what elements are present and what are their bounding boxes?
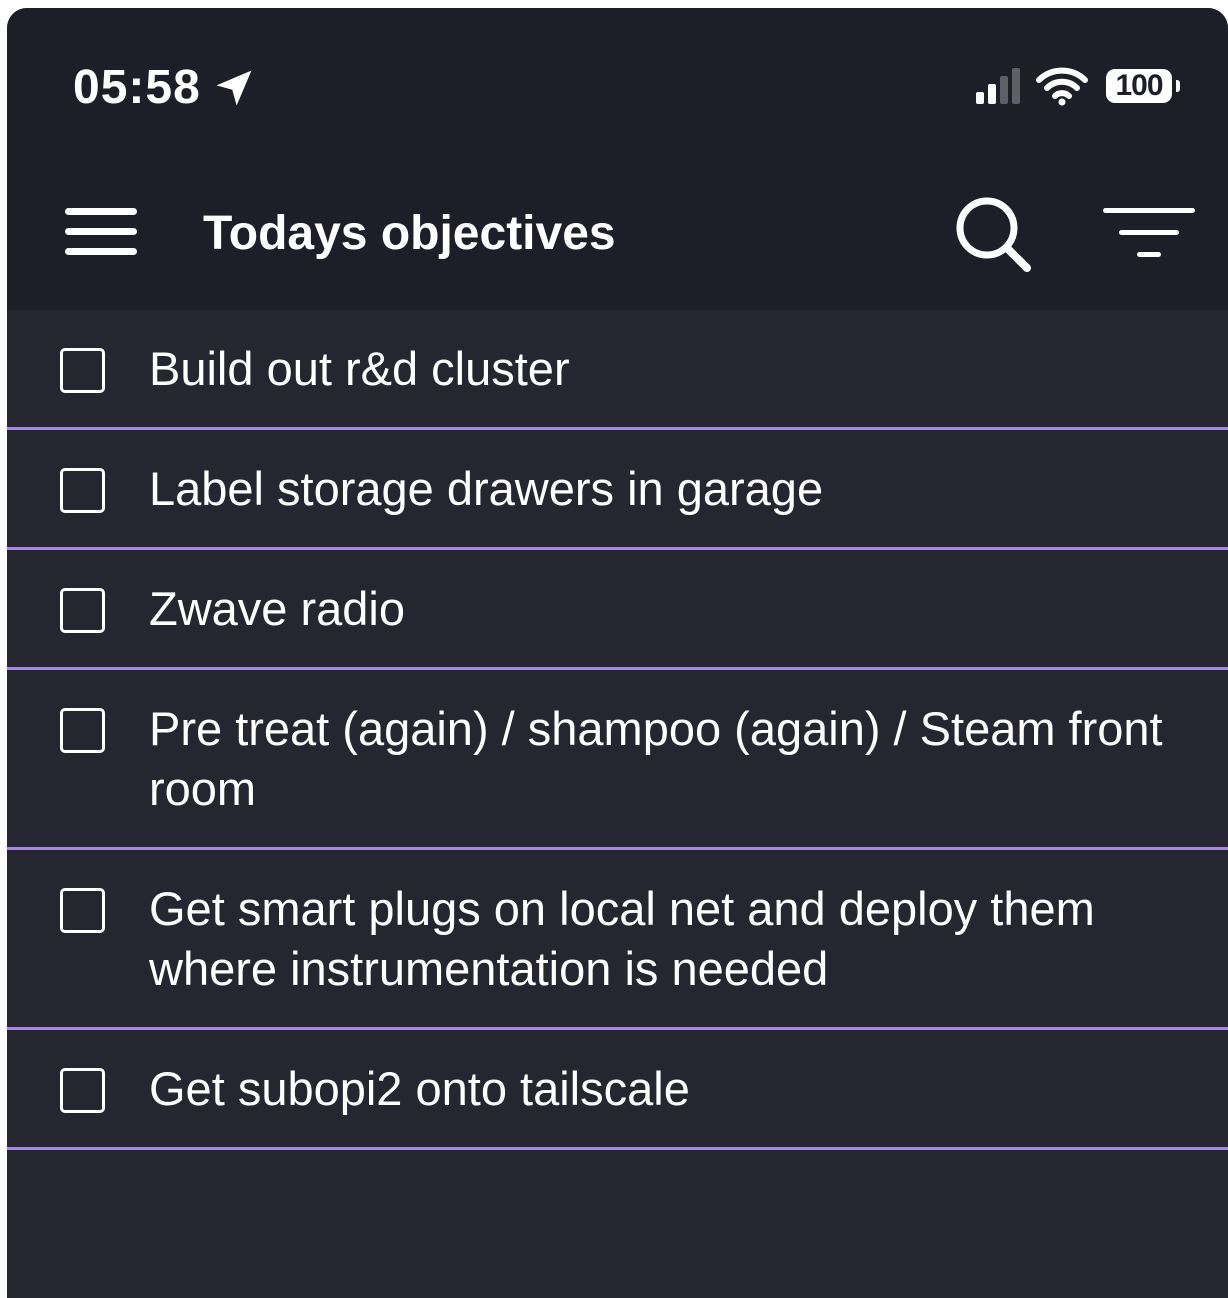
list-item[interactable]: Get subopi2 onto tailscale: [7, 1030, 1228, 1150]
task-label: Pre treat (again) / shampoo (again) / St…: [149, 702, 1163, 815]
list-item[interactable]: Label storage drawers in garage: [7, 430, 1228, 550]
task-checkbox[interactable]: [60, 348, 105, 393]
location-arrow-icon: [216, 70, 252, 105]
task-label: Label storage drawers in garage: [149, 462, 824, 515]
time-text: 05:58: [73, 61, 201, 114]
status-indicators: 100: [976, 66, 1180, 106]
search-icon[interactable]: [951, 192, 1035, 276]
battery-level: 100: [1115, 69, 1163, 102]
task-checkbox[interactable]: [60, 708, 105, 753]
list-item[interactable]: Zwave radio: [7, 550, 1228, 670]
top-bar: 05:58 100 Todays objectives: [7, 8, 1228, 310]
filter-icon[interactable]: [1103, 206, 1195, 262]
task-label: Zwave radio: [149, 582, 405, 635]
task-checkbox[interactable]: [60, 468, 105, 513]
battery-icon: 100: [1106, 69, 1180, 103]
list-item[interactable]: Get smart plugs on local net and deploy …: [7, 850, 1228, 1030]
task-checkbox[interactable]: [60, 1068, 105, 1113]
status-bar-time: 05:58: [73, 60, 255, 115]
list-item[interactable]: Pre treat (again) / shampoo (again) / St…: [7, 670, 1228, 850]
task-list: Build out r&d cluster Label storage draw…: [7, 310, 1228, 1150]
page-title: Todays objectives: [203, 207, 616, 260]
task-checkbox[interactable]: [60, 588, 105, 633]
app-screen: 05:58 100 Todays objectives Build out r&…: [7, 8, 1228, 1298]
task-label: Build out r&d cluster: [149, 342, 570, 395]
task-label: Get smart plugs on local net and deploy …: [149, 882, 1095, 995]
menu-icon[interactable]: [65, 206, 137, 258]
wifi-icon: [1036, 67, 1088, 106]
task-label: Get subopi2 onto tailscale: [149, 1062, 690, 1115]
list-item[interactable]: Build out r&d cluster: [7, 310, 1228, 430]
task-checkbox[interactable]: [60, 888, 105, 933]
signal-icon: [976, 68, 1020, 104]
